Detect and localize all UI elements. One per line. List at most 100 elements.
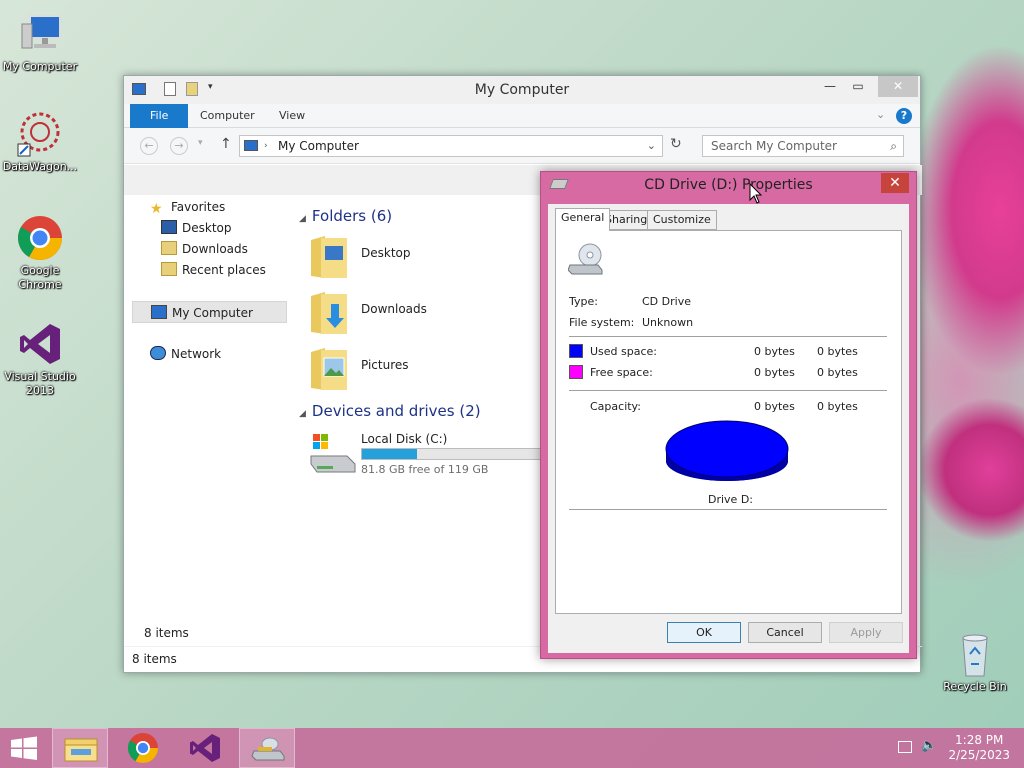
address-bar[interactable]: › My Computer ⌄ [239,135,663,157]
nav-my-computer[interactable]: My Computer [132,301,287,323]
group-label: Devices and drives (2) [311,402,481,420]
nav-items-count: 8 items [144,626,189,640]
cd-drive-icon [567,243,604,278]
dialog-titlebar[interactable]: CD Drive (D:) Properties ✕ [541,172,916,198]
minimize-button[interactable]: — [816,76,844,97]
chevron-down-icon[interactable]: ⌄ [876,108,885,121]
back-icon[interactable]: ← [140,137,158,155]
cancel-button[interactable]: Cancel [748,622,822,643]
recent-dropdown-icon[interactable]: ▾ [198,138,203,148]
devices-group-header[interactable]: ◢ Devices and drives (2) [299,402,481,420]
divider [569,509,887,510]
desktop-icon-my-computer[interactable]: My Computer [0,10,80,74]
drive-usage-pie [664,419,790,488]
desktop-icon-visual-studio[interactable]: Visual Studio 2013 [0,320,80,398]
clock[interactable]: 1:28 PM 2/25/2023 [948,733,1010,763]
taskbar-file-explorer[interactable] [52,728,108,768]
desktop-folder-large-icon [309,232,349,280]
chrome-icon [127,733,158,764]
search-icon[interactable]: ⌕ [890,136,897,156]
divider [569,336,887,337]
star-icon: ★ [150,201,163,217]
desktop-icon-datawagon[interactable]: DataWagon... [0,110,80,174]
folder-desktop[interactable]: Desktop [309,232,549,284]
folder-label: Downloads [361,302,427,316]
folders-group-header[interactable]: ◢ Folders (6) [299,207,392,225]
tab-general[interactable]: General [555,208,611,231]
help-icon[interactable]: ? [896,108,912,124]
desktop-icon-label: Visual Studio 2013 [4,370,76,397]
ok-button[interactable]: OK [667,622,741,643]
visual-studio-icon [190,734,220,762]
taskbar-chrome[interactable] [115,728,171,768]
maximize-button[interactable]: ▭ [844,76,872,97]
nav-network[interactable]: Network [150,343,221,365]
collapse-icon[interactable]: ◢ [299,214,306,224]
used-space-label: Used space: [590,345,658,358]
explorer-titlebar[interactable]: ▾ My Computer — ▭ ✕ [124,76,920,104]
free-space-size: 0 bytes [817,366,858,379]
nav-downloads[interactable]: Downloads [161,238,248,260]
capacity-bytes: 0 bytes [754,400,795,413]
computer-nav-icon [151,305,167,319]
computer-address-icon [244,140,258,151]
nav-recent-places[interactable]: Recent places [161,259,266,281]
file-explorer-icon [64,738,98,762]
apply-button[interactable]: Apply [829,622,903,643]
collapse-icon[interactable]: ◢ [299,409,306,419]
refresh-icon[interactable]: ↻ [670,136,682,152]
desktop-icon-chrome[interactable]: Google Chrome [0,214,80,292]
close-button[interactable]: ✕ [878,76,918,97]
divider [569,390,887,391]
forward-icon[interactable]: → [170,137,188,155]
volume-tray-icon[interactable]: 🔈 [921,738,937,753]
recycle-bin-icon [951,630,999,678]
free-space-bytes: 0 bytes [754,366,795,379]
tab-view[interactable]: View [265,104,319,128]
group-label: Folders (6) [311,207,393,225]
tab-customize[interactable]: Customize [647,210,717,230]
file-system-label: File system: [569,316,635,329]
search-input[interactable]: Search My Computer ⌕ [702,135,904,157]
navigation-pane: ★ Favorites Desktop Downloads Recent plac… [124,200,289,640]
capacity-size: 0 bytes [817,400,858,413]
visual-studio-icon [16,320,64,368]
address-row: ← → ▾ ↑ › My Computer ⌄ ↻ Search My Comp… [124,128,920,164]
up-icon[interactable]: ↑ [220,136,232,152]
dialog-body: General Sharing Customize Type: CD Drive… [548,204,909,653]
drive-usage-bar [361,448,541,460]
downloads-folder-large-icon [309,288,349,336]
file-system-value: Unknown [642,316,694,329]
folder-label: Desktop [361,246,411,260]
general-tab-pane: Type: CD Drive File system: Unknown Used… [555,230,902,614]
monitor-icon [16,10,64,58]
breadcrumb-arrow-icon[interactable]: › [264,136,268,156]
address-dropdown-icon[interactable]: ⌄ [647,136,656,156]
tab-computer[interactable]: Computer [186,104,269,128]
windows-logo-icon [11,736,37,760]
downloads-folder-icon [161,241,177,255]
chrome-icon [16,214,64,262]
type-value: CD Drive [642,295,691,308]
nav-favorites[interactable]: ★ Favorites [150,196,225,218]
network-tray-icon[interactable] [898,741,912,753]
folder-downloads[interactable]: Downloads [309,288,549,340]
address-text: My Computer [278,139,359,153]
search-placeholder: Search My Computer [711,139,837,153]
taskbar-cd-drive[interactable] [239,728,295,768]
drive-usage-fill [362,449,418,459]
taskbar-visual-studio[interactable] [177,728,233,768]
desktop-icon-recycle-bin[interactable]: Recycle Bin [935,630,1015,694]
hard-drive-icon [309,428,356,476]
desktop-icon-label: DataWagon... [2,160,78,173]
folder-pictures[interactable]: Pictures [309,344,549,396]
free-space-label: Free space: [590,366,653,379]
dialog-close-button[interactable]: ✕ [881,173,909,193]
nav-label: Downloads [182,242,248,256]
desktop-folder-icon [161,220,177,234]
tab-file[interactable]: File [130,104,189,128]
explorer-title: My Computer [474,82,570,98]
nav-desktop[interactable]: Desktop [161,217,232,239]
nav-label: Desktop [182,221,232,235]
start-button[interactable] [0,728,48,768]
